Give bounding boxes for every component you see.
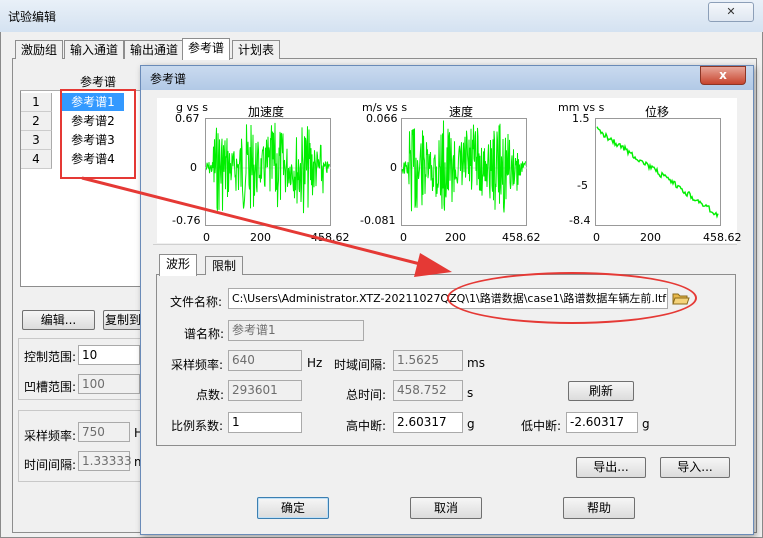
tab-reference-spectrum[interactable]: 参考谱	[182, 38, 231, 60]
annotation-arrow-head	[414, 253, 452, 277]
tab-waveform[interactable]: 波形	[159, 254, 198, 276]
annotation-arrow	[81, 176, 452, 277]
annotation-arrow-shaft	[81, 176, 429, 268]
